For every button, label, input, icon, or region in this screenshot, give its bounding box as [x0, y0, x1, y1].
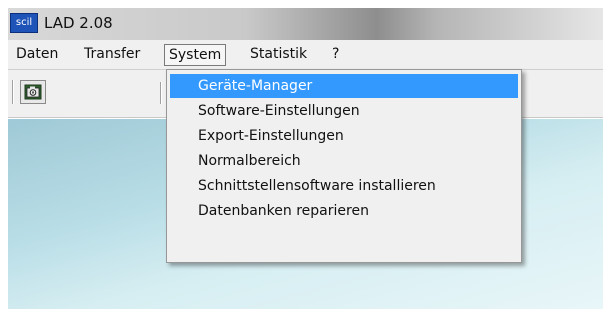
window-title: LAD 2.08	[44, 14, 113, 32]
system-menu-dropdown: Geräte-Manager Software-Einstellungen Ex…	[166, 69, 522, 263]
app-window: scil LAD 2.08 Daten Transfer System Stat…	[8, 8, 603, 309]
menu-item-normalbereich[interactable]: Normalbereich	[170, 149, 518, 173]
menu-item-software-einstellungen[interactable]: Software-Einstellungen	[170, 99, 518, 123]
menu-daten[interactable]: Daten	[12, 44, 62, 66]
camera-button[interactable]	[20, 80, 46, 104]
app-logo-icon[interactable]: scil	[10, 13, 38, 33]
toolbar-grip[interactable]	[12, 80, 14, 104]
menu-item-schnittstellensoftware[interactable]: Schnittstellensoftware installieren	[170, 174, 518, 198]
menu-item-datenbanken-reparieren[interactable]: Datenbanken reparieren	[170, 199, 518, 223]
menu-item-export-einstellungen[interactable]: Export-Einstellungen	[170, 124, 518, 148]
camera-icon	[24, 84, 42, 100]
menu-help[interactable]: ?	[328, 44, 343, 66]
menu-item-geraete-manager[interactable]: Geräte-Manager	[170, 74, 518, 98]
menu-system[interactable]: System	[164, 44, 227, 66]
menu-transfer[interactable]: Transfer	[80, 44, 144, 66]
title-bar[interactable]: scil LAD 2.08	[8, 8, 603, 40]
toolbar-separator	[160, 82, 162, 104]
menu-statistik[interactable]: Statistik	[246, 44, 311, 66]
menu-bar: Daten Transfer System Statistik ?	[8, 40, 603, 70]
